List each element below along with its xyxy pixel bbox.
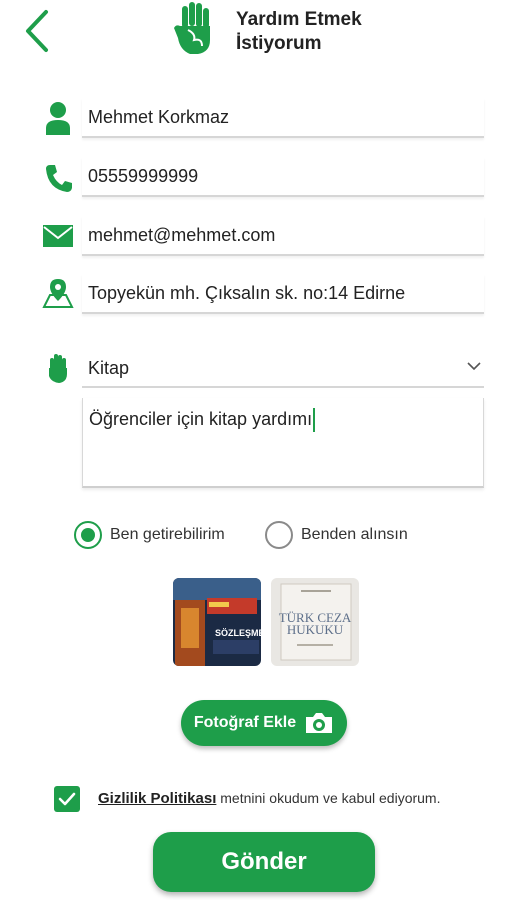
- mail-icon: [40, 218, 76, 254]
- radio-selected-icon: [74, 521, 102, 549]
- chevron-down-icon: [467, 362, 481, 371]
- hand-icon: [40, 350, 76, 386]
- privacy-policy-link[interactable]: Gizlilik Politikası: [98, 790, 216, 807]
- category-value: Kitap: [88, 358, 130, 378]
- radio-label: Benden alınsın: [301, 526, 408, 543]
- photo-thumbnail-1[interactable]: SÖZLEŞMEL: [173, 578, 261, 666]
- map-pin-icon: [40, 275, 76, 311]
- back-arrow-icon: [26, 10, 48, 52]
- email-field[interactable]: [82, 216, 484, 256]
- phone-input[interactable]: [82, 157, 484, 195]
- consent-text: Gizlilik Politikası metnini okudum ve ka…: [98, 790, 441, 807]
- back-button[interactable]: [22, 8, 56, 54]
- add-photo-label: Fotoğraf Ekle: [193, 714, 297, 731]
- svg-text:HUKUKU: HUKUKU: [287, 622, 344, 637]
- address-input[interactable]: [82, 274, 484, 312]
- consent-checkbox[interactable]: [54, 786, 80, 812]
- text-caret: [313, 408, 316, 432]
- person-icon: [40, 100, 76, 136]
- camera-icon: [306, 713, 333, 733]
- radio-bring-myself[interactable]: Ben getirebilirim: [74, 521, 225, 549]
- helping-hand-icon: [172, 0, 218, 60]
- category-select[interactable]: Kitap: [82, 348, 484, 388]
- page-title: Yardım Etmek İstiyorum: [236, 9, 362, 54]
- checkmark-icon: [58, 792, 76, 806]
- email-input[interactable]: [82, 216, 484, 254]
- address-field[interactable]: [82, 274, 484, 314]
- submit-button[interactable]: Gönder: [153, 832, 375, 892]
- photo-thumbnail-2[interactable]: TÜRK CEZA HUKUKU: [271, 578, 359, 666]
- radio-label: Ben getirebilirim: [110, 526, 225, 543]
- phone-icon: [40, 160, 76, 196]
- phone-field[interactable]: [82, 157, 484, 197]
- svg-text:SÖZLEŞMEL: SÖZLEŞMEL: [215, 628, 261, 638]
- name-field[interactable]: [82, 98, 484, 138]
- description-textarea[interactable]: Öğrenciler için kitap yardımı: [82, 398, 484, 488]
- submit-label: Gönder: [221, 848, 307, 875]
- radio-unselected-icon: [265, 521, 293, 549]
- add-photo-button[interactable]: Fotoğraf Ekle: [181, 700, 347, 746]
- name-input[interactable]: [82, 98, 484, 136]
- consent-rest-text: metnini okudum ve kabul ediyorum.: [220, 790, 441, 806]
- radio-pickup[interactable]: Benden alınsın: [265, 521, 408, 549]
- description-text: Öğrenciler için kitap yardımı: [89, 408, 313, 429]
